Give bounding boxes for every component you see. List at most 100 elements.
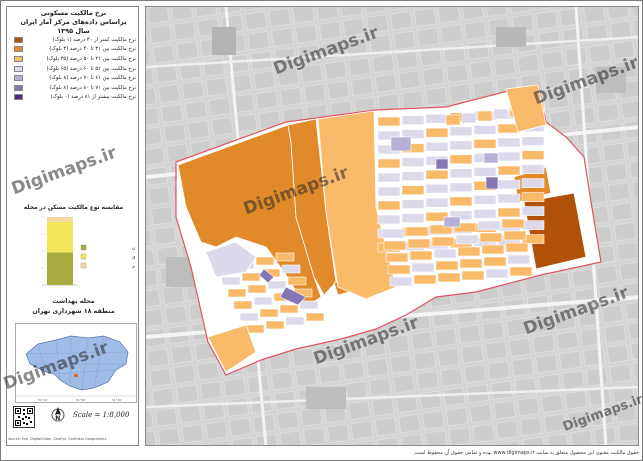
parcel xyxy=(265,320,285,330)
parcel xyxy=(259,308,279,318)
legend-item: نرخ مالکیت بین ۵۱ تا ۶۰ درصد (۶۵ بلوک) xyxy=(11,64,136,74)
chart-bar-segment xyxy=(47,217,73,222)
inset-map-svg: 51°20' 51°30' 51°40' xyxy=(16,324,136,402)
block-61-70 xyxy=(443,216,461,228)
parcel xyxy=(479,232,503,243)
parcel xyxy=(521,136,545,146)
legend-label: نرخ مالکیت بین ۵۱ تا ۶۰ درصد (۶۵ بلوک) xyxy=(46,65,136,72)
parcel xyxy=(449,182,473,193)
parcel xyxy=(401,171,425,181)
parcel xyxy=(425,183,449,194)
parcel xyxy=(449,140,473,151)
parcel xyxy=(425,113,449,124)
legend-panel: نرخ مالکیت مسکونی براساس داده‌های مرکز آ… xyxy=(6,6,171,446)
map-sheet: نرخ مالکیت مسکونی براساس داده‌های مرکز آ… xyxy=(0,0,643,461)
parcel xyxy=(275,252,295,262)
parcel xyxy=(493,108,509,120)
copyright-footer: حقوق مالکیت معنوی این محصول متعلق به سای… xyxy=(413,450,639,456)
parcel xyxy=(497,165,521,176)
parcel xyxy=(267,280,287,290)
parcel xyxy=(501,218,525,229)
legend-item: نرخ مالکیت کمتر از ۳۰ درصد (۱ بلوک) xyxy=(11,35,136,45)
parcel xyxy=(473,195,497,205)
parcel xyxy=(255,256,275,266)
parcel xyxy=(233,300,253,310)
legend-label: نرخ مالکیت بین ۳۱ تا ۴۰ درصد (۴ بلوک) xyxy=(49,46,136,53)
legend-swatch xyxy=(14,46,23,53)
chart-legend-label: ملکی عرصه و اعیان xyxy=(132,245,135,251)
parcel xyxy=(461,270,485,281)
parcel xyxy=(401,213,425,223)
legend-swatch xyxy=(14,75,23,82)
inset-map: 51°20' 51°30' 51°40' xyxy=(15,323,137,403)
parcel xyxy=(299,300,319,310)
parcel xyxy=(481,244,505,255)
parcel xyxy=(287,276,307,286)
legend-swatch xyxy=(14,65,23,72)
basemap-building xyxy=(496,27,526,47)
parcel xyxy=(437,272,461,283)
parcel xyxy=(387,264,411,275)
parcel xyxy=(401,199,425,209)
legend-item: نرخ مالکیت بین ۴۱ تا ۵۰ درصد (۳۵ بلوک) xyxy=(11,54,136,64)
chart-legend-label: سایر xyxy=(131,264,135,269)
legend-label: نرخ مالکیت بین ۴۱ تا ۵۰ درصد (۳۵ بلوک) xyxy=(46,55,136,62)
parcel xyxy=(497,137,521,148)
parcel xyxy=(521,192,545,202)
map-svg xyxy=(146,7,638,445)
parcel xyxy=(425,197,449,208)
svg-text:51°30': 51°30' xyxy=(76,398,86,402)
block-71-80 xyxy=(485,176,499,190)
legend-label: نرخ مالکیت بین ۷۱ تا ۸۰ درصد (۸ بلوک) xyxy=(49,84,136,91)
parcel xyxy=(241,272,261,282)
legend-item: نرخ مالکیت بین ۷۱ تا ۸۰ درصد (۸ بلوک) xyxy=(11,83,136,93)
parcel xyxy=(497,193,521,204)
parcel xyxy=(389,276,413,287)
parcel xyxy=(413,274,437,285)
parcel xyxy=(509,266,533,277)
legend-title-line2: براساس داده‌های مرکز آمار ایران xyxy=(20,18,127,26)
parcel xyxy=(473,209,497,219)
parcel xyxy=(483,256,507,267)
parcel xyxy=(459,258,483,269)
chart-legend-swatch xyxy=(80,262,87,269)
ownership-chart-svg: ملکی عرصه و اعیان رهن، استیجاری سایر xyxy=(41,216,171,286)
svg-text:51°20': 51°20' xyxy=(38,398,48,402)
parcel xyxy=(285,316,305,326)
parcel xyxy=(409,250,433,261)
parcel xyxy=(401,185,425,195)
parcel xyxy=(431,236,455,247)
parcel xyxy=(401,115,425,125)
legend-title-line1: نرخ مالکیت مسکونی xyxy=(40,9,107,17)
region-name: محله بهداشت xyxy=(52,298,95,305)
legend-list: نرخ مالکیت کمتر از ۳۰ درصد (۱ بلوک) نرخ م… xyxy=(11,35,136,102)
parcel xyxy=(449,154,473,165)
parcel xyxy=(503,230,527,241)
map-scale: Scale = 1:8,000 xyxy=(73,411,130,419)
parcel xyxy=(449,196,473,207)
parcel xyxy=(521,164,545,174)
parcel xyxy=(377,200,401,211)
legend-swatch xyxy=(14,94,23,101)
parcel xyxy=(433,248,457,259)
legend-label: نرخ مالکیت بیشتر از ۸۱ درصد (۰ بلوک) xyxy=(50,94,136,101)
parcel xyxy=(401,157,425,167)
parcel xyxy=(227,288,247,298)
parcel xyxy=(377,172,401,183)
legend-swatch xyxy=(14,36,23,43)
parcel xyxy=(521,178,545,188)
parcel xyxy=(449,168,473,179)
parcel xyxy=(449,126,473,137)
block-61-70 xyxy=(483,152,499,164)
parcel xyxy=(425,169,449,180)
neighbourhood-marker xyxy=(74,374,78,377)
parcel xyxy=(385,252,409,263)
legend-swatch xyxy=(14,55,23,62)
parcel xyxy=(521,150,545,160)
chart-bar-segment xyxy=(47,252,73,285)
parcel xyxy=(377,158,401,169)
parcel xyxy=(457,246,481,257)
legend-item: نرخ مالکیت بین ۶۱ تا ۷۰ درصد (۸ بلوک) xyxy=(11,73,136,83)
parcel xyxy=(253,296,273,306)
north-arrow-icon: N xyxy=(51,406,65,424)
